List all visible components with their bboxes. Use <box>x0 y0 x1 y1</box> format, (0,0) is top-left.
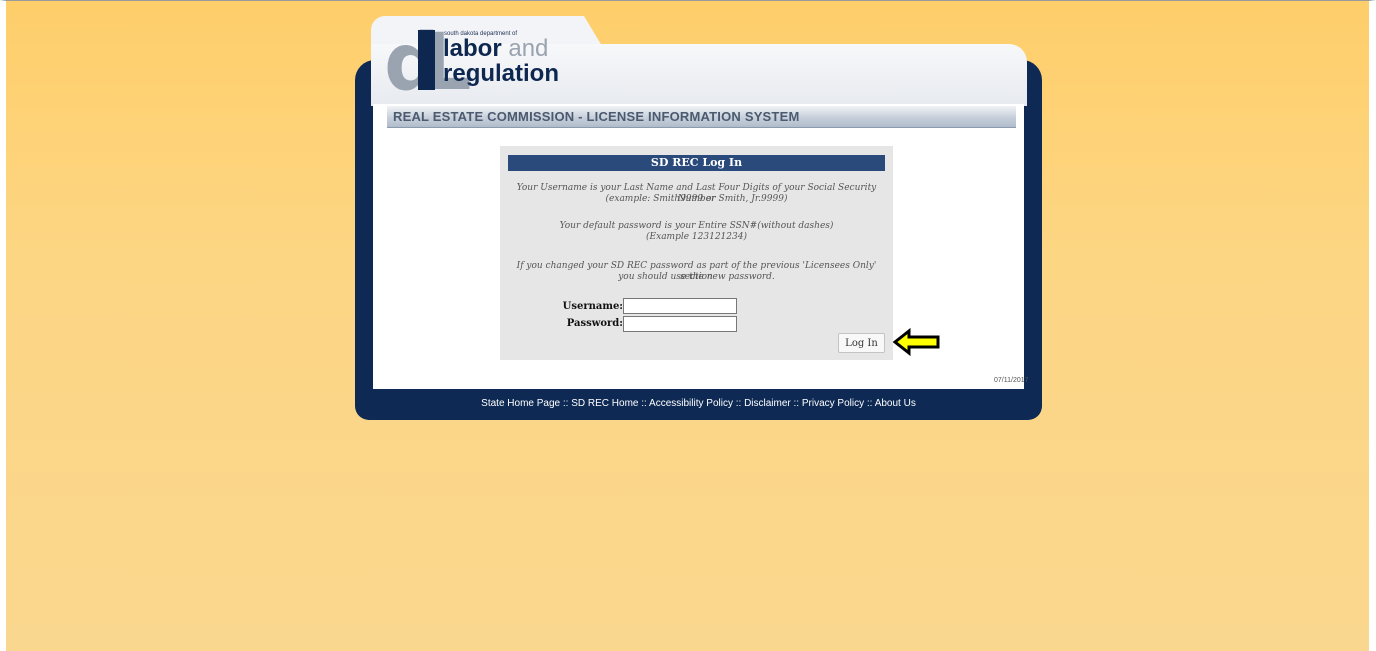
footer-link-privacy[interactable]: Privacy Policy <box>802 398 864 409</box>
logo-word-and: and <box>508 35 549 62</box>
password-instructions-line2: (Example 123121234) <box>646 232 747 242</box>
footer: State Home Page :: SD REC Home :: Access… <box>355 389 1042 420</box>
footer-link-state-home[interactable]: State Home Page <box>481 398 560 409</box>
username-instructions-line2: (example: Smith9999 or Smith, Jr.9999) <box>605 194 788 204</box>
footer-link-sd-rec-home[interactable]: SD REC Home <box>571 398 638 409</box>
system-title-bar: REAL ESTATE COMMISSION - LICENSE INFORMA… <box>387 106 1016 128</box>
footer-separator: :: <box>638 398 650 409</box>
changed-password-note-line2: you should use the new password. <box>618 272 775 282</box>
log-in-button[interactable]: Log In <box>838 333 885 353</box>
login-title: SD REC Log In <box>508 155 885 171</box>
footer-separator: :: <box>790 398 802 409</box>
password-label: Password: <box>566 318 623 329</box>
left-arrow-icon <box>893 328 940 356</box>
footer-link-disclaimer[interactable]: Disclaimer <box>744 398 791 409</box>
username-label: Username: <box>562 301 623 312</box>
footer-separator: :: <box>864 398 875 409</box>
logo-word-regulation: regulation <box>443 60 560 87</box>
footer-separator: :: <box>560 398 572 409</box>
footer-links: State Home Page :: SD REC Home :: Access… <box>481 398 916 409</box>
logo-word-labor: labor <box>443 35 502 62</box>
password-instructions-line1: Your default password is your Entire SSN… <box>559 221 834 231</box>
date-stamp: 07/11/2017 <box>994 377 1029 384</box>
footer-separator: :: <box>732 398 745 409</box>
footer-link-accessibility[interactable]: Accessibility Policy <box>649 398 733 409</box>
username-input[interactable] <box>623 298 737 314</box>
logo-line-labor: labor and <box>443 37 548 61</box>
footer-link-about-us[interactable]: About Us <box>875 398 916 409</box>
system-title: REAL ESTATE COMMISSION - LICENSE INFORMA… <box>393 109 800 124</box>
logo-bar <box>418 30 435 90</box>
password-input[interactable] <box>623 316 737 332</box>
